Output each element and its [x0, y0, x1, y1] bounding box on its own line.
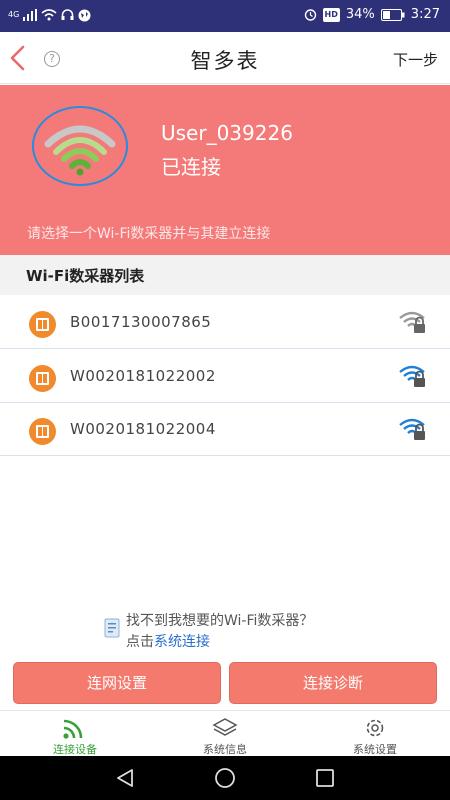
nav-back-button[interactable] [113, 766, 137, 790]
network-settings-button[interactable]: 连网设置 [13, 662, 221, 704]
instruction-text: 请选择一个Wi-Fi数采器并与其建立连接 [27, 226, 271, 242]
signal-bars-icon [23, 9, 38, 21]
battery-icon [380, 8, 405, 21]
collector-device-icon [29, 311, 56, 338]
device-list-title: Wi-Fi数采器列表 [26, 267, 145, 285]
tab-label: 连接设备 [53, 743, 97, 756]
connection-diagnose-button[interactable]: 连接诊断 [229, 662, 437, 704]
hd-icon: HD [322, 7, 340, 22]
tab-label: 系统信息 [203, 743, 247, 756]
4g-signal-icon: 4G [8, 10, 20, 19]
device-list-header: Wi-Fi数采器列表 [0, 255, 450, 295]
document-icon [104, 618, 120, 638]
help-question: 找不到我想要的Wi-Fi数采器？ [126, 613, 314, 629]
wifi-icon [41, 9, 57, 21]
collector-device-icon [29, 365, 56, 392]
square-recents-icon [316, 769, 334, 787]
globe-icon [78, 9, 91, 21]
wifi-gray-icon [398, 309, 428, 335]
nav-home-button[interactable] [213, 766, 237, 790]
page-title: 智多表 [190, 49, 260, 73]
device-row[interactable]: B0017130007865 [0, 296, 450, 349]
device-row[interactable]: W0020181022002 [0, 350, 450, 403]
connection-hero: User_039226 已连接 请选择一个Wi-Fi数采器并与其建立连接 [0, 85, 450, 255]
tab-label: 系统设置 [353, 743, 397, 756]
help-prefix: 点击 [126, 634, 154, 650]
tab-system-info[interactable]: 系统信息 [150, 711, 300, 757]
battery-percent: 34% [345, 7, 375, 22]
tab-system-settings[interactable]: 系统设置 [300, 711, 450, 757]
user-name: User_039226 [161, 121, 293, 145]
wifi-connected-icon [32, 106, 128, 186]
wifi-blue-icon [398, 416, 428, 442]
title-bar: ? 智多表 下一步 [0, 32, 450, 84]
clock: 3:27 [410, 7, 440, 22]
tab-connect-device[interactable]: 连接设备 [0, 711, 150, 757]
headset-icon [61, 9, 74, 20]
layers-icon [212, 718, 238, 736]
device-id: W0020181022004 [70, 420, 216, 438]
bottom-tab-bar: 连接设备 系统信息 系统设置 [0, 710, 450, 756]
nav-recents-button[interactable] [313, 766, 337, 790]
collector-device-icon [29, 418, 56, 445]
device-row[interactable]: W0020181022004 [0, 403, 450, 456]
system-navigation-bar [0, 756, 450, 800]
circle-home-icon [215, 768, 235, 788]
system-connect-link[interactable]: 系统连接 [154, 634, 210, 650]
alarm-icon [304, 9, 316, 21]
gear-icon [366, 719, 384, 737]
device-id: W0020181022002 [70, 367, 216, 385]
connection-status: 已连接 [161, 155, 221, 179]
wifi-signal-icon [63, 719, 83, 739]
wifi-blue-icon [398, 363, 428, 389]
next-step-button[interactable]: 下一步 [393, 49, 438, 70]
help-hint: 找不到我想要的Wi-Fi数采器？ 点击系统连接 [104, 610, 384, 650]
help-action: 点击系统连接 [126, 631, 210, 651]
status-bar: 4G HD 34% 3:27 [0, 0, 450, 32]
device-id: B0017130007865 [70, 313, 212, 331]
triangle-back-icon [117, 769, 133, 787]
